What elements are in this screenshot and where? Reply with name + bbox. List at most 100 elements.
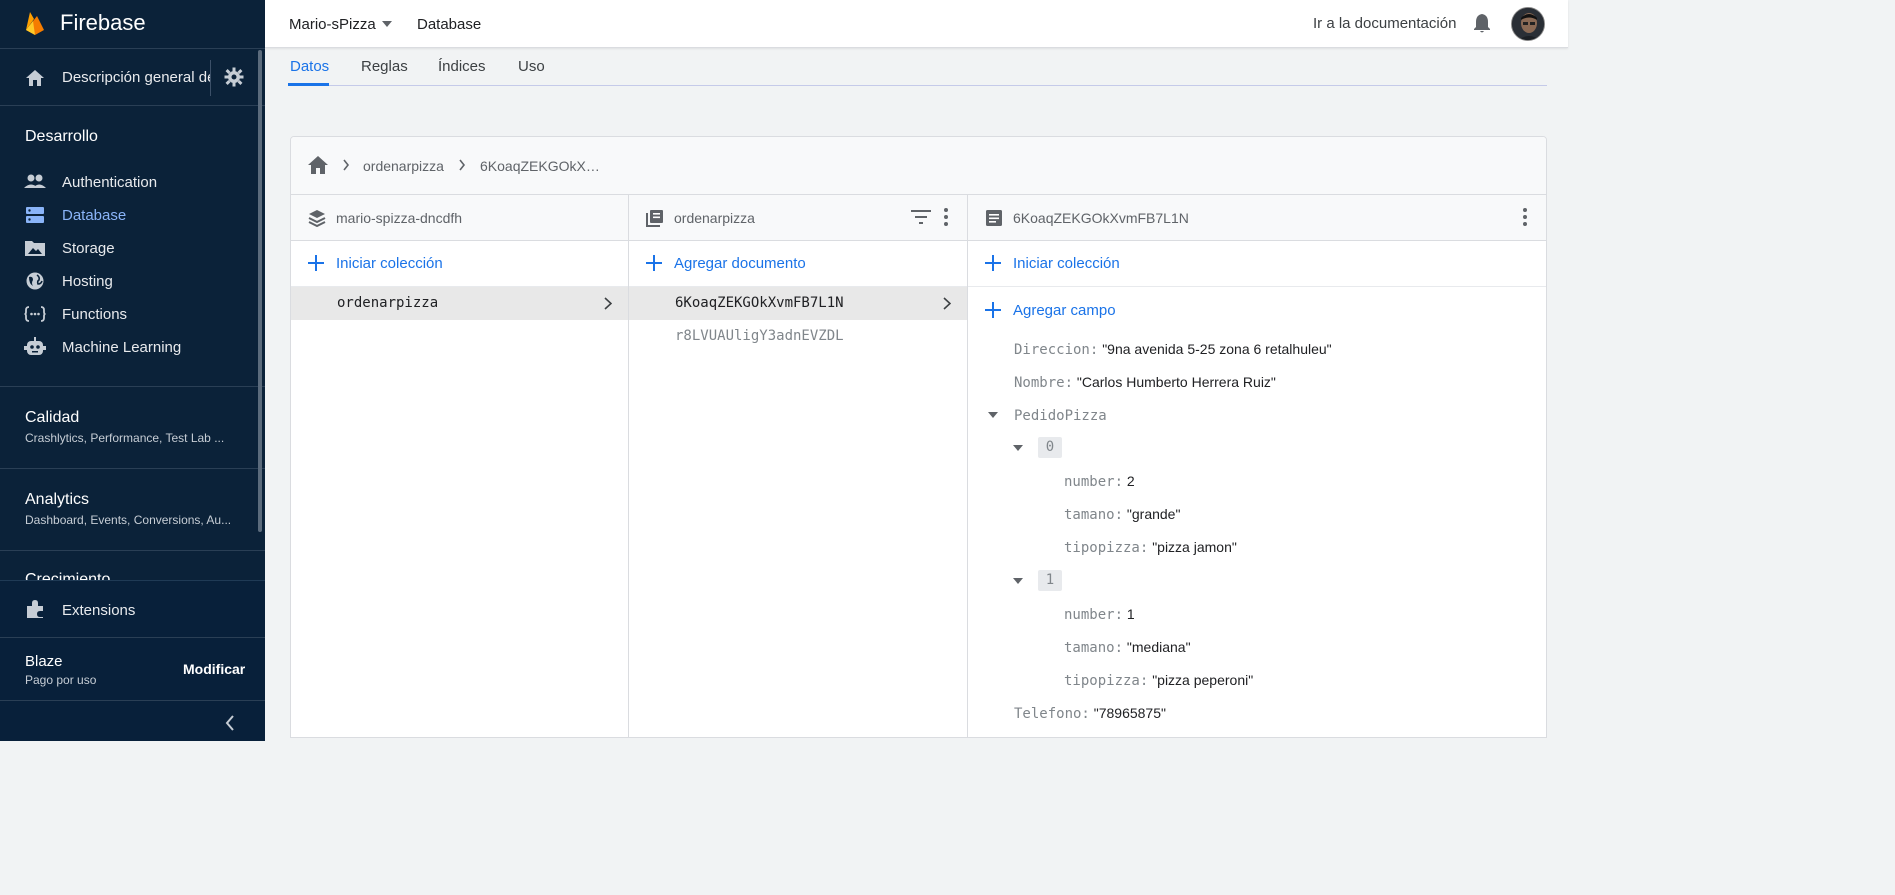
path-segment-collection[interactable]: ordenarpizza xyxy=(363,158,444,174)
chevron-right-icon xyxy=(604,297,612,310)
column-title: mario-spizza-dncdfh xyxy=(336,210,463,226)
field-value: "9na avenida 5-25 zona 6 retalhuleu" xyxy=(1102,341,1332,357)
sidebar-item-database[interactable]: Database xyxy=(0,199,258,232)
bell-icon[interactable] xyxy=(1472,12,1492,34)
column-title: ordenarpizza xyxy=(674,210,755,226)
functions-icon xyxy=(24,306,46,322)
sidebar-item-storage[interactable]: Storage xyxy=(0,232,258,265)
caret-down-icon[interactable] xyxy=(988,412,998,418)
docs-link[interactable]: Ir a la documentación xyxy=(1313,15,1456,32)
sidebar-item-extensions[interactable]: Extensions xyxy=(62,602,135,619)
document-column: 6KoaqZEKGOkXvmFB7L1N Iniciar colección A… xyxy=(968,195,1546,737)
field-value: "pizza jamon" xyxy=(1152,539,1237,555)
divider xyxy=(0,48,265,49)
path-breadcrumb: ordenarpizza 6KoaqZEKGOkX… xyxy=(291,137,1546,195)
plus-icon xyxy=(646,255,662,271)
field-nombre[interactable]: Nombre: "Carlos Humberto Herrera Ruiz" xyxy=(1014,374,1276,391)
tab-reglas[interactable]: Reglas xyxy=(361,58,408,75)
firestore-panel: ordenarpizza 6KoaqZEKGOkX… mario-spizza-… xyxy=(290,136,1547,738)
field-key: tipopizza: xyxy=(1064,673,1149,689)
modify-plan-button[interactable]: Modificar xyxy=(183,661,245,677)
field-key: tamano: xyxy=(1064,507,1124,523)
section-analytics-title[interactable]: Analytics xyxy=(25,491,89,509)
sidebar-scrollbar[interactable] xyxy=(258,50,262,532)
sidebar-item-functions[interactable]: Functions xyxy=(0,298,258,331)
tab-uso[interactable]: Uso xyxy=(518,58,545,75)
more-vert-icon[interactable] xyxy=(944,208,948,226)
add-document-button[interactable]: Agregar documento xyxy=(629,241,967,287)
caret-down-icon[interactable] xyxy=(1013,445,1023,451)
avatar-image xyxy=(1512,8,1544,40)
field-tamano[interactable]: tamano: "mediana" xyxy=(1064,639,1191,656)
field-key: tamano: xyxy=(1064,640,1124,656)
project-overview-link[interactable]: Descripción general del proyecto xyxy=(62,69,210,86)
field-pedidopizza[interactable]: PedidoPizza xyxy=(1014,407,1107,424)
plan-sub: Pago por uso xyxy=(25,673,97,687)
tab-datos[interactable]: Datos xyxy=(290,58,329,75)
sidebar-item-label: Machine Learning xyxy=(62,339,182,356)
root-column: mario-spizza-dncdfh Iniciar colección or… xyxy=(291,195,629,737)
caret-down-icon[interactable] xyxy=(382,21,392,27)
database-icon xyxy=(26,207,44,223)
more-vert-icon[interactable] xyxy=(1523,208,1527,226)
column-header: 6KoaqZEKGOkXvmFB7L1N xyxy=(968,195,1546,241)
extensions-icon[interactable] xyxy=(24,598,46,620)
filter-icon[interactable] xyxy=(911,209,931,225)
sidebar-item-machine-learning[interactable]: Machine Learning xyxy=(0,331,258,364)
field-telefono[interactable]: Telefono: "78965875" xyxy=(1014,705,1166,722)
home-icon[interactable] xyxy=(24,68,46,88)
collection-icon xyxy=(646,210,663,227)
caret-down-icon[interactable] xyxy=(1013,578,1023,584)
firebase-logo-icon xyxy=(26,12,44,35)
growth-section-clip: Crecimiento xyxy=(0,550,258,580)
field-number[interactable]: number: 2 xyxy=(1064,473,1135,490)
top-bar: Mario-sPizza Database Ir a la documentac… xyxy=(265,0,1568,48)
divider xyxy=(210,60,211,96)
chevron-right-icon xyxy=(943,297,951,310)
divider xyxy=(0,468,265,469)
list-item[interactable]: r8LVUAUligY3adnEVZDL xyxy=(629,320,967,353)
sidebar-item-label: Hosting xyxy=(62,273,113,290)
section-growth-title[interactable]: Crecimiento xyxy=(25,571,110,580)
document-id: 6KoaqZEKGOkXvmFB7L1N xyxy=(675,295,844,311)
start-subcollection-button[interactable]: Iniciar colección xyxy=(968,241,1546,287)
field-tipopizza[interactable]: tipopizza: "pizza peperoni" xyxy=(1064,672,1253,689)
gear-icon[interactable] xyxy=(223,66,245,88)
start-collection-button[interactable]: Iniciar colección xyxy=(291,241,628,287)
field-key: Telefono: xyxy=(1014,706,1090,722)
field-tipopizza[interactable]: tipopizza: "pizza jamon" xyxy=(1064,539,1237,556)
avatar[interactable] xyxy=(1511,7,1545,41)
plus-icon xyxy=(985,302,1001,318)
tab-indices[interactable]: Índices xyxy=(438,58,486,75)
chevron-right-icon xyxy=(343,159,350,171)
robot-icon xyxy=(24,337,46,355)
field-tamano[interactable]: tamano: "grande" xyxy=(1064,506,1180,523)
document-icon xyxy=(986,210,1002,226)
action-label: Iniciar colección xyxy=(1013,255,1120,272)
list-item[interactable]: ordenarpizza xyxy=(291,287,628,320)
collection-name: ordenarpizza xyxy=(337,295,439,311)
sidebar-item-label: Database xyxy=(62,207,127,224)
tab-bar: Datos Reglas Índices Uso xyxy=(288,48,1547,86)
field-key: number: xyxy=(1064,607,1124,623)
sidebar-item-label: Functions xyxy=(62,306,128,323)
sidebar-item-hosting[interactable]: Hosting xyxy=(0,265,258,298)
add-field-button[interactable]: Agregar campo xyxy=(968,287,1546,333)
path-segment-document[interactable]: 6KoaqZEKGOkX… xyxy=(480,158,600,174)
field-number[interactable]: number: 1 xyxy=(1064,606,1135,623)
sidebar-item-authentication[interactable]: Authentication xyxy=(0,166,258,199)
project-selector[interactable]: Mario-sPizza xyxy=(289,16,376,33)
column-header: ordenarpizza xyxy=(629,195,967,241)
sidebar-item-label: Storage xyxy=(62,240,115,257)
array-index-badge: 1 xyxy=(1038,570,1062,591)
list-item[interactable]: 6KoaqZEKGOkXvmFB7L1N xyxy=(629,287,967,320)
array-index-badge: 0 xyxy=(1038,437,1062,458)
brand-name[interactable]: Firebase xyxy=(60,10,146,36)
stack-icon xyxy=(308,210,326,227)
field-key: Direccion: xyxy=(1014,342,1099,358)
field-direccion[interactable]: Direccion: "9na avenida 5-25 zona 6 reta… xyxy=(1014,341,1332,358)
home-icon[interactable] xyxy=(307,155,329,175)
sidebar-item-label: Authentication xyxy=(62,174,158,191)
chevron-left-icon[interactable] xyxy=(222,713,238,733)
section-quality-title[interactable]: Calidad xyxy=(25,409,79,427)
